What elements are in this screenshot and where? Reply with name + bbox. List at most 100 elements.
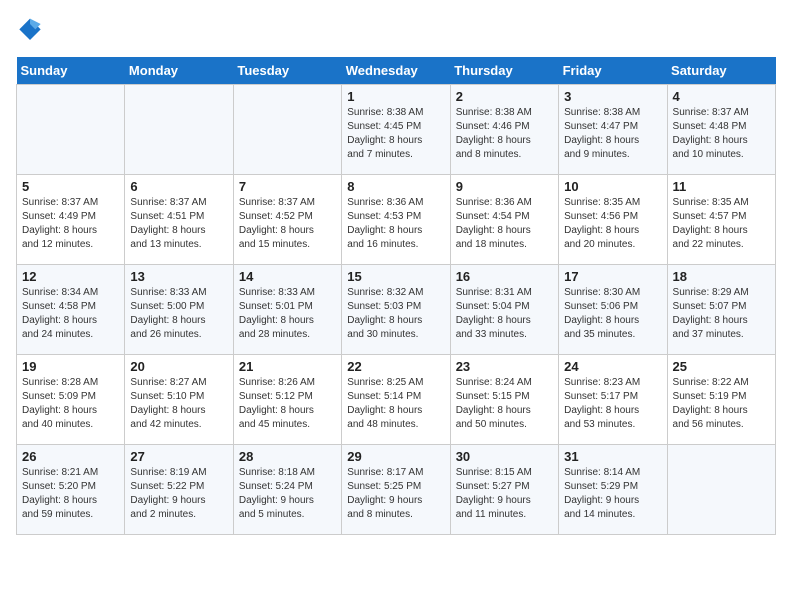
calendar-cell: 13 Sunrise: 8:33 AM Sunset: 5:00 PM Dayli… [125,265,233,355]
page-header [16,16,776,45]
day-info: Sunrise: 8:35 AM Sunset: 4:56 PM Dayligh… [564,196,661,252]
day-number: 11 [673,179,770,194]
day-info: Sunrise: 8:17 AM Sunset: 5:25 PM Dayligh… [347,466,444,522]
day-info: Sunrise: 8:37 AM Sunset: 4:49 PM Dayligh… [22,196,119,252]
calendar-cell: 15 Sunrise: 8:32 AM Sunset: 5:03 PM Dayli… [342,265,450,355]
weekday-header-wednesday: Wednesday [342,57,450,85]
day-number: 31 [564,449,661,464]
calendar-week-row: 19 Sunrise: 8:28 AM Sunset: 5:09 PM Dayli… [17,355,776,445]
day-number: 14 [239,269,336,284]
day-info: Sunrise: 8:37 AM Sunset: 4:48 PM Dayligh… [673,106,770,162]
day-number: 23 [456,359,553,374]
day-info: Sunrise: 8:31 AM Sunset: 5:04 PM Dayligh… [456,286,553,342]
day-number: 13 [130,269,227,284]
day-info: Sunrise: 8:36 AM Sunset: 4:54 PM Dayligh… [456,196,553,252]
weekday-header-monday: Monday [125,57,233,85]
calendar-cell: 7 Sunrise: 8:37 AM Sunset: 4:52 PM Daylig… [233,175,341,265]
calendar-cell: 12 Sunrise: 8:34 AM Sunset: 4:58 PM Dayli… [17,265,125,355]
day-info: Sunrise: 8:32 AM Sunset: 5:03 PM Dayligh… [347,286,444,342]
calendar-table: SundayMondayTuesdayWednesdayThursdayFrid… [16,57,776,535]
day-number: 12 [22,269,119,284]
calendar-cell: 20 Sunrise: 8:27 AM Sunset: 5:10 PM Dayli… [125,355,233,445]
calendar-cell: 18 Sunrise: 8:29 AM Sunset: 5:07 PM Dayli… [667,265,775,355]
weekday-header-thursday: Thursday [450,57,558,85]
calendar-week-row: 5 Sunrise: 8:37 AM Sunset: 4:49 PM Daylig… [17,175,776,265]
calendar-cell: 11 Sunrise: 8:35 AM Sunset: 4:57 PM Dayli… [667,175,775,265]
calendar-week-row: 26Sunrise: 8:21 AM Sunset: 5:20 PM Dayli… [17,445,776,535]
calendar-cell: 10 Sunrise: 8:35 AM Sunset: 4:56 PM Dayli… [559,175,667,265]
day-number: 24 [564,359,661,374]
day-number: 5 [22,179,119,194]
calendar-cell: 21 Sunrise: 8:26 AM Sunset: 5:12 PM Dayli… [233,355,341,445]
calendar-cell: 26Sunrise: 8:21 AM Sunset: 5:20 PM Dayli… [17,445,125,535]
calendar-cell: 23 Sunrise: 8:24 AM Sunset: 5:15 PM Dayli… [450,355,558,445]
day-info: Sunrise: 8:15 AM Sunset: 5:27 PM Dayligh… [456,466,553,522]
calendar-cell: 5 Sunrise: 8:37 AM Sunset: 4:49 PM Daylig… [17,175,125,265]
day-number: 17 [564,269,661,284]
day-info: Sunrise: 8:37 AM Sunset: 4:52 PM Dayligh… [239,196,336,252]
calendar-cell: 1 Sunrise: 8:38 AM Sunset: 4:45 PM Daylig… [342,85,450,175]
day-info: Sunrise: 8:38 AM Sunset: 4:47 PM Dayligh… [564,106,661,162]
day-number: 2 [456,89,553,104]
calendar-cell: 29 Sunrise: 8:17 AM Sunset: 5:25 PM Dayli… [342,445,450,535]
calendar-cell: 14Sunrise: 8:33 AM Sunset: 5:01 PM Dayli… [233,265,341,355]
day-number: 1 [347,89,444,104]
day-info: Sunrise: 8:27 AM Sunset: 5:10 PM Dayligh… [130,376,227,432]
day-number: 9 [456,179,553,194]
day-info: Sunrise: 8:38 AM Sunset: 4:45 PM Dayligh… [347,106,444,162]
day-number: 16 [456,269,553,284]
day-number: 20 [130,359,227,374]
calendar-cell [125,85,233,175]
day-info: Sunrise: 8:14 AM Sunset: 5:29 PM Dayligh… [564,466,661,522]
calendar-cell: 27 Sunrise: 8:19 AM Sunset: 5:22 PM Dayli… [125,445,233,535]
calendar-cell: 31 Sunrise: 8:14 AM Sunset: 5:29 PM Dayli… [559,445,667,535]
day-info: Sunrise: 8:38 AM Sunset: 4:46 PM Dayligh… [456,106,553,162]
day-info: Sunrise: 8:30 AM Sunset: 5:06 PM Dayligh… [564,286,661,342]
day-info: Sunrise: 8:35 AM Sunset: 4:57 PM Dayligh… [673,196,770,252]
day-info: Sunrise: 8:26 AM Sunset: 5:12 PM Dayligh… [239,376,336,432]
day-number: 25 [673,359,770,374]
calendar-cell: 24Sunrise: 8:23 AM Sunset: 5:17 PM Dayli… [559,355,667,445]
day-number: 19 [22,359,119,374]
calendar-cell: 9 Sunrise: 8:36 AM Sunset: 4:54 PM Daylig… [450,175,558,265]
weekday-header-sunday: Sunday [17,57,125,85]
day-number: 26 [22,449,119,464]
calendar-cell: 22 Sunrise: 8:25 AM Sunset: 5:14 PM Dayli… [342,355,450,445]
day-info: Sunrise: 8:33 AM Sunset: 5:00 PM Dayligh… [130,286,227,342]
day-number: 10 [564,179,661,194]
day-number: 3 [564,89,661,104]
day-number: 22 [347,359,444,374]
day-info: Sunrise: 8:28 AM Sunset: 5:09 PM Dayligh… [22,376,119,432]
day-info: Sunrise: 8:36 AM Sunset: 4:53 PM Dayligh… [347,196,444,252]
day-number: 15 [347,269,444,284]
weekday-header-friday: Friday [559,57,667,85]
day-info: Sunrise: 8:29 AM Sunset: 5:07 PM Dayligh… [673,286,770,342]
day-info: Sunrise: 8:37 AM Sunset: 4:51 PM Dayligh… [130,196,227,252]
day-info: Sunrise: 8:34 AM Sunset: 4:58 PM Dayligh… [22,286,119,342]
weekday-header-saturday: Saturday [667,57,775,85]
calendar-week-row: 12 Sunrise: 8:34 AM Sunset: 4:58 PM Dayli… [17,265,776,355]
day-number: 21 [239,359,336,374]
calendar-cell [17,85,125,175]
calendar-cell [667,445,775,535]
day-number: 7 [239,179,336,194]
calendar-cell: 25 Sunrise: 8:22 AM Sunset: 5:19 PM Dayli… [667,355,775,445]
day-info: Sunrise: 8:25 AM Sunset: 5:14 PM Dayligh… [347,376,444,432]
day-number: 29 [347,449,444,464]
day-info: Sunrise: 8:19 AM Sunset: 5:22 PM Dayligh… [130,466,227,522]
calendar-cell: 30 Sunrise: 8:15 AM Sunset: 5:27 PM Dayli… [450,445,558,535]
calendar-cell: 4Sunrise: 8:37 AM Sunset: 4:48 PM Daylig… [667,85,775,175]
day-number: 27 [130,449,227,464]
day-number: 6 [130,179,227,194]
day-number: 18 [673,269,770,284]
calendar-cell: 8 Sunrise: 8:36 AM Sunset: 4:53 PM Daylig… [342,175,450,265]
weekday-header-tuesday: Tuesday [233,57,341,85]
calendar-cell: 16 Sunrise: 8:31 AM Sunset: 5:04 PM Dayli… [450,265,558,355]
calendar-cell: 17 Sunrise: 8:30 AM Sunset: 5:06 PM Dayli… [559,265,667,355]
calendar-cell: 28Sunrise: 8:18 AM Sunset: 5:24 PM Dayli… [233,445,341,535]
logo [16,16,46,45]
day-number: 30 [456,449,553,464]
day-info: Sunrise: 8:22 AM Sunset: 5:19 PM Dayligh… [673,376,770,432]
day-number: 8 [347,179,444,194]
day-info: Sunrise: 8:24 AM Sunset: 5:15 PM Dayligh… [456,376,553,432]
